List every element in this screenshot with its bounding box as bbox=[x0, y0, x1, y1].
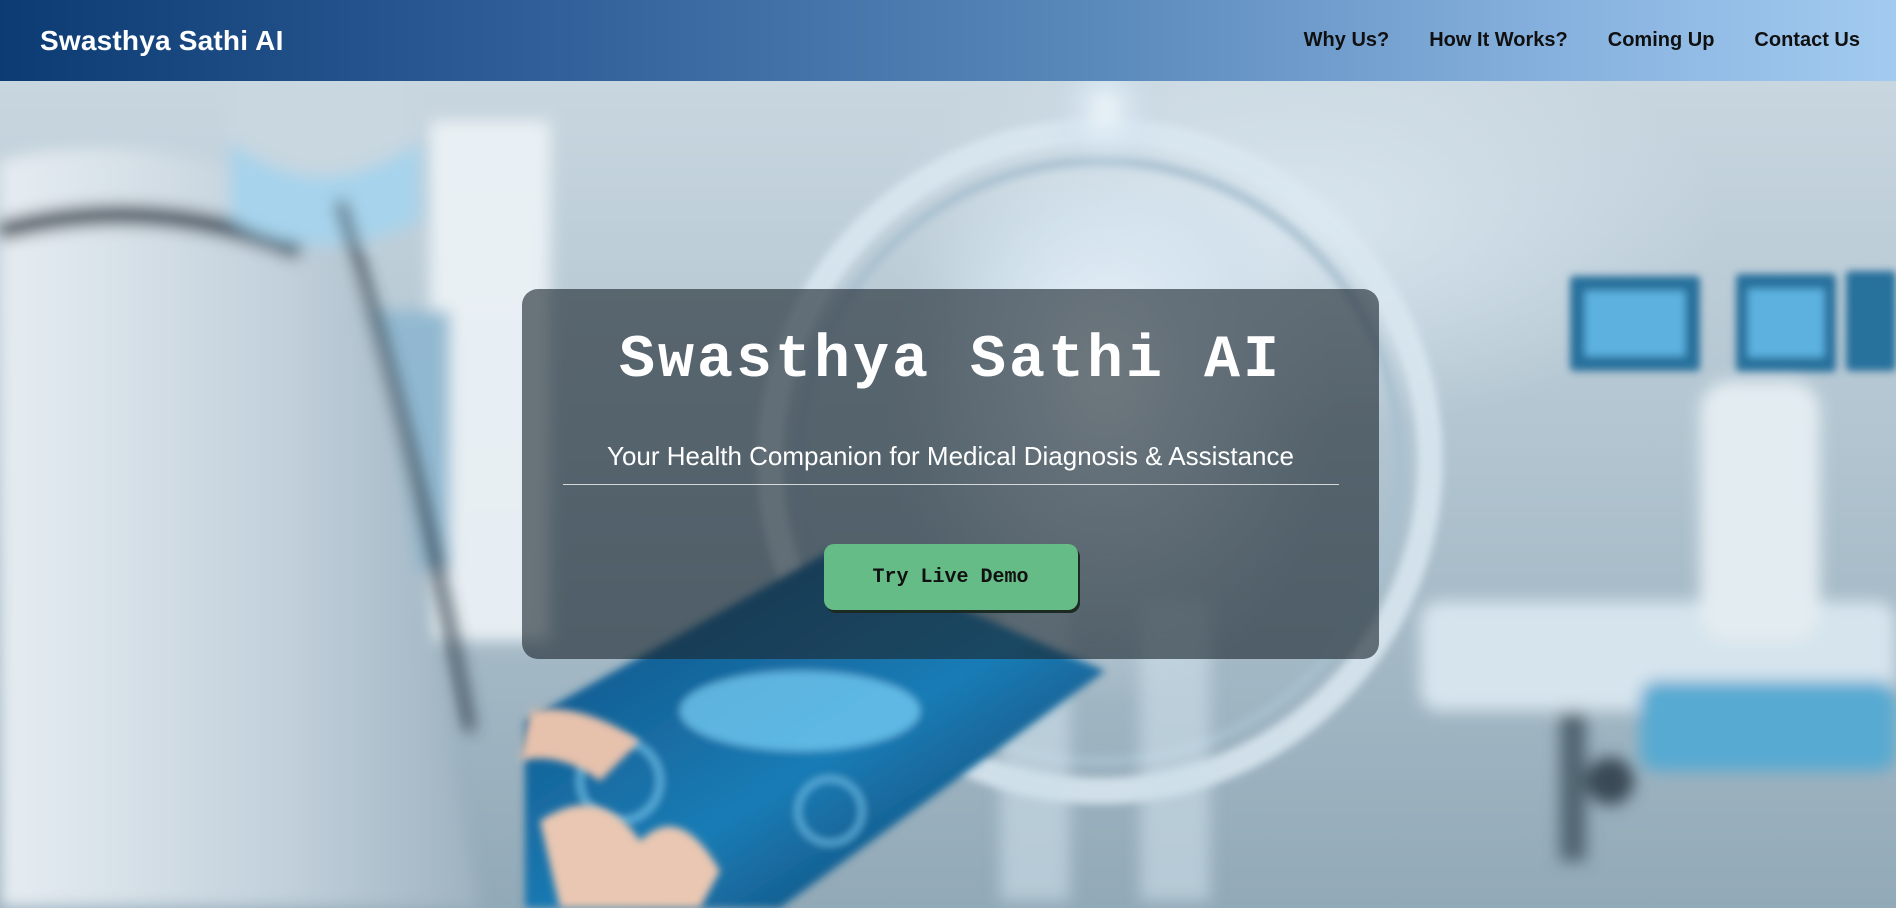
main-nav: Why Us? How It Works? Coming Up Contact … bbox=[1304, 29, 1860, 52]
top-navbar: Swasthya Sathi AI Why Us? How It Works? … bbox=[0, 0, 1896, 81]
hero-subtitle: Your Health Companion for Medical Diagno… bbox=[562, 441, 1339, 485]
nav-link-contact-us[interactable]: Contact Us bbox=[1754, 29, 1860, 52]
try-live-demo-button[interactable]: Try Live Demo bbox=[823, 544, 1078, 610]
nav-link-how-it-works[interactable]: How It Works? bbox=[1429, 29, 1568, 52]
page: Swasthya Sathi AI Why Us? How It Works? … bbox=[0, 0, 1896, 908]
hero-title: Swasthya Sathi AI bbox=[618, 327, 1283, 395]
nav-link-coming-up[interactable]: Coming Up bbox=[1608, 29, 1715, 52]
hero-card: Swasthya Sathi AI Your Health Companion … bbox=[522, 289, 1379, 659]
nav-link-why-us[interactable]: Why Us? bbox=[1304, 29, 1390, 52]
brand-logo-text[interactable]: Swasthya Sathi AI bbox=[40, 25, 284, 57]
